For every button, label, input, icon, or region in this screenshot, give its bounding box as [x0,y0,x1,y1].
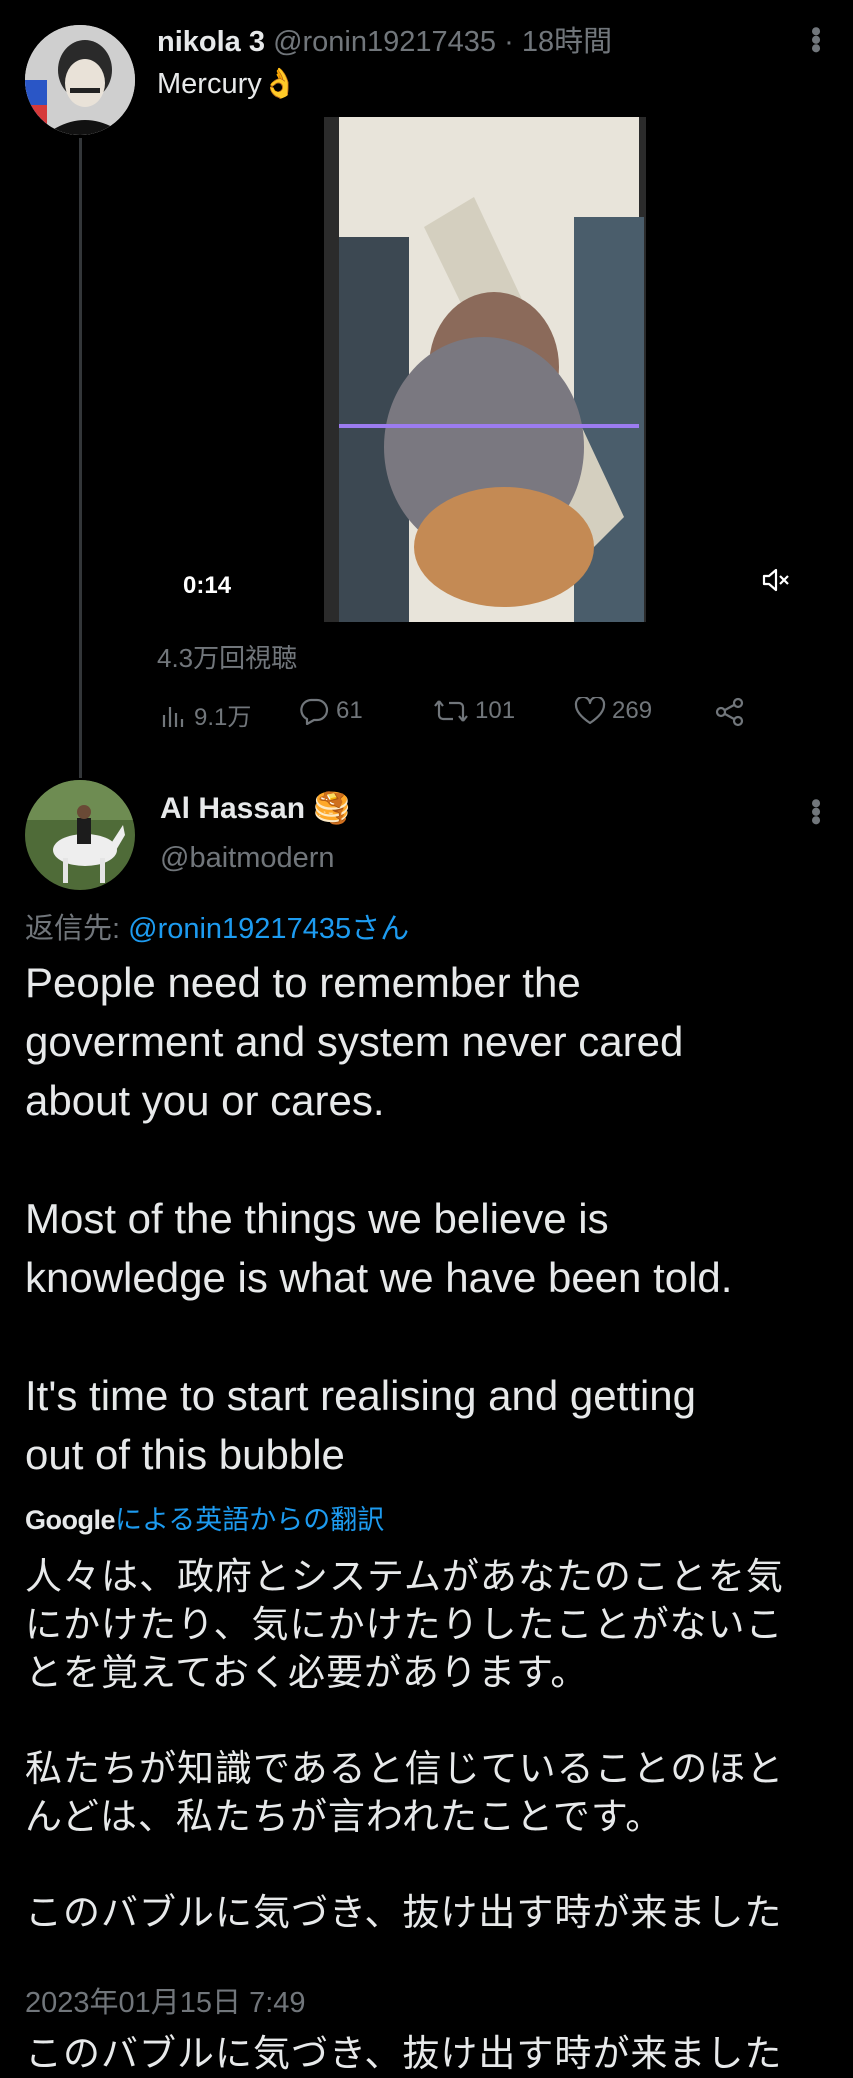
translation-header: Googleによる英語からの翻訳 [25,1503,384,1537]
tweet2-name-row: Al Hassan 🥞 [160,790,351,828]
view-count[interactable]: 4.3万回視聴 [157,638,297,675]
video-frame [324,117,646,622]
translation-label[interactable]: による英語からの翻訳 [115,1505,384,1535]
tweet1-header: nikola 3 @ronin19217435 · 18時間 [157,24,612,60]
reply-context: 返信先: @ronin19217435さん [25,911,409,947]
google-logo: Google [25,1505,116,1535]
avatar-portrait-icon [25,25,135,135]
analytics-count: 9.1万 [194,704,252,731]
retweet-count: 101 [475,697,516,724]
timestamp[interactable]: 18時間 [522,26,612,58]
display-name[interactable]: nikola 3 [157,26,265,58]
retweet-icon [434,700,468,722]
cutoff-next-text: このバブルに気づき、抜け出す時が来ました [25,2033,783,2074]
display-name[interactable]: Al Hassan [160,792,305,825]
tweet1-text: Mercury👌 [157,66,298,102]
reply-action[interactable]: 61 [298,697,363,725]
reply-icon [300,698,329,725]
separator: · [504,26,514,58]
reply-prefix: 返信先: [25,913,129,945]
tweet-text: Mercury [157,68,262,100]
avatar-nikola[interactable] [25,25,135,135]
share-icon [715,697,744,727]
speaker-mute-icon[interactable] [761,565,791,595]
avatar-horse-rider-icon [25,780,135,890]
more-options-icon[interactable]: ••• [799,798,832,824]
reply-to-link[interactable]: @ronin19217435さん [128,913,409,945]
avatar-al-hassan[interactable] [25,780,135,890]
like-action[interactable]: 269 [574,697,652,725]
pancake-emoji: 🥞 [313,792,351,825]
reply-count: 61 [336,697,363,724]
ok-hand-emoji: 👌 [261,68,298,100]
heart-icon [574,697,606,725]
translated-text: 人々は、政府とシステムがあなたのことを気 にかけたり、気にかけたりしたことがない… [25,1556,785,1933]
video-thumbnail-image [324,117,646,622]
tweet-timestamp[interactable]: 2023年01月15日 7:49 [25,1985,306,2021]
analytics-icon [162,706,184,727]
video-time-label: 0:14 [183,572,232,599]
more-options-icon[interactable]: ••• [799,26,832,52]
retweet-action[interactable]: 101 [433,697,515,725]
video-player[interactable]: 0:14 [157,117,830,622]
tweet-body: People need to remember the goverment an… [25,959,733,1478]
share-action[interactable] [714,697,746,727]
thread-connector-line [79,138,82,778]
handle[interactable]: @ronin19217435 [273,26,496,58]
like-count: 269 [612,697,653,724]
handle[interactable]: @baitmodern [160,840,335,876]
analytics-action[interactable]: 9.1万 [160,697,251,732]
